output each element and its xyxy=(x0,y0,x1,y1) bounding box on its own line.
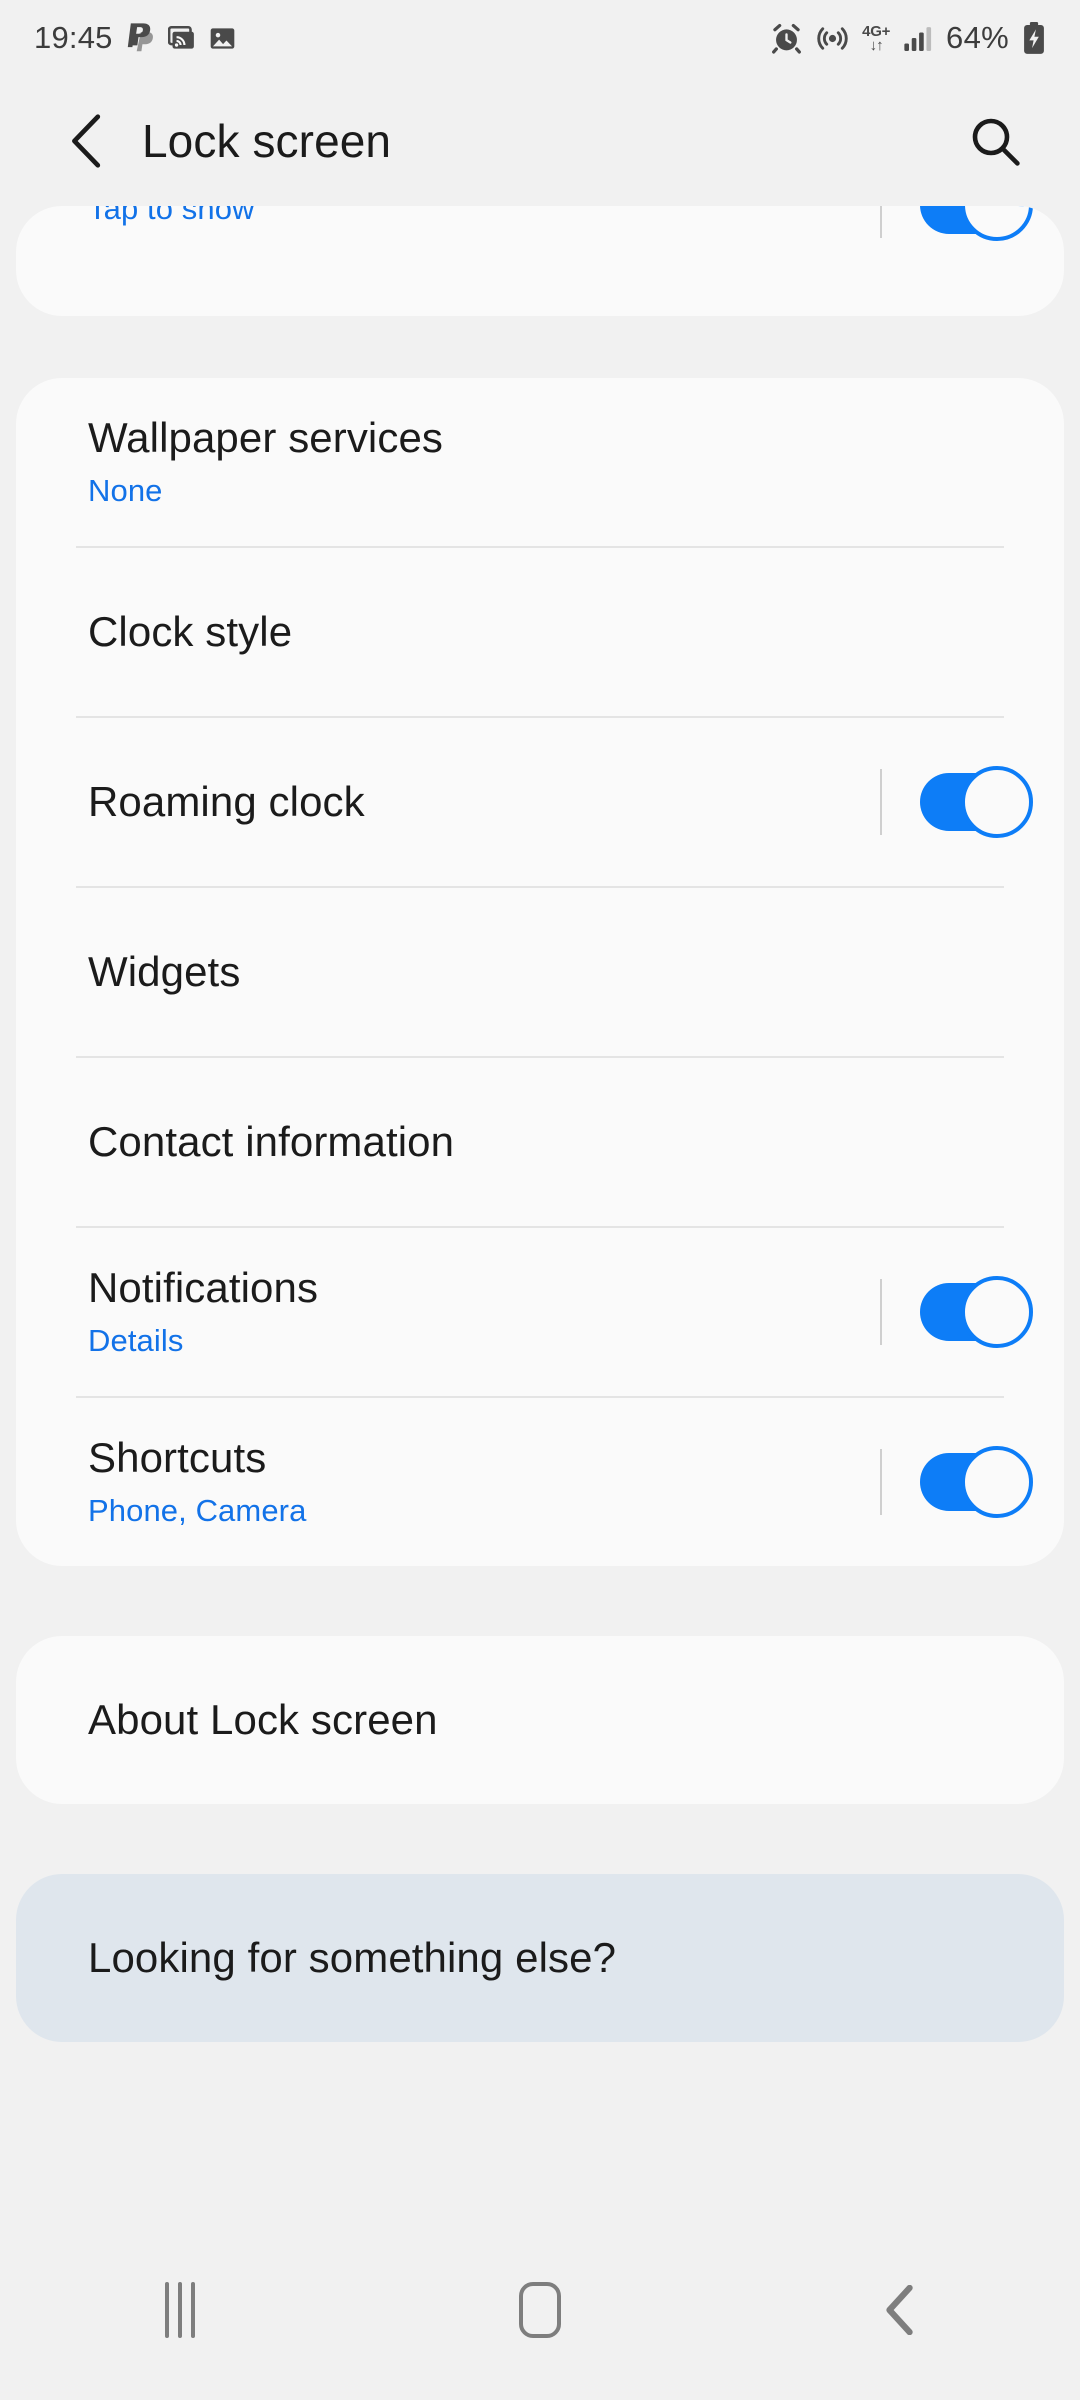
table-row[interactable]: Wallpaper services None xyxy=(16,378,1064,546)
row-title: Widgets xyxy=(88,948,241,996)
row-texts: Shortcuts Phone, Camera xyxy=(88,1433,854,1530)
row-subtitle: Phone, Camera xyxy=(88,1492,307,1528)
status-bar: 19:45 4G+ ↓↑ 64% xyxy=(0,0,1080,76)
home-button[interactable] xyxy=(465,2235,615,2385)
toggle-switch[interactable] xyxy=(920,206,1033,241)
back-button[interactable] xyxy=(60,114,114,168)
switch-container[interactable] xyxy=(854,766,1033,838)
table-row[interactable]: Notifications Details xyxy=(16,1228,1064,1396)
row-texts: Widgets xyxy=(88,947,1024,997)
switch-container[interactable] xyxy=(854,1276,1033,1348)
row-texts: Clock style xyxy=(88,607,1024,657)
table-row[interactable]: Contact information xyxy=(16,1058,1064,1226)
home-icon xyxy=(519,2282,561,2338)
paypal-icon xyxy=(127,23,154,53)
recents-icon xyxy=(165,2282,195,2338)
toggle-switch[interactable] xyxy=(920,1276,1033,1348)
toggle-knob xyxy=(961,1446,1033,1518)
row-title: Contact information xyxy=(88,1118,455,1166)
back-nav-button[interactable] xyxy=(825,2235,975,2385)
row-texts: About Lock screen xyxy=(88,1695,1024,1745)
row-texts: Wallpaper services None xyxy=(88,413,1024,510)
row-texts: Roaming clock xyxy=(88,777,854,827)
search-button[interactable] xyxy=(966,112,1024,170)
recents-button[interactable] xyxy=(105,2235,255,2385)
partial-top-card[interactable]: Tap to show xyxy=(16,206,1064,316)
network-4g-icon: 4G+ ↓↑ xyxy=(862,24,890,53)
switch-container[interactable] xyxy=(854,1446,1033,1518)
image-icon xyxy=(209,25,236,52)
table-row[interactable]: About Lock screen xyxy=(16,1636,1064,1804)
alarm-icon xyxy=(770,22,803,55)
main-settings-card: Wallpaper services None Clock style Roam… xyxy=(16,378,1064,1566)
hotspot-icon xyxy=(816,22,849,55)
row-texts: Tap to show xyxy=(88,206,854,229)
row-title: Shortcuts xyxy=(88,1434,267,1482)
row-subtitle: Details xyxy=(88,1322,184,1358)
row-title: About Lock screen xyxy=(88,1696,438,1744)
toggle-knob xyxy=(961,766,1033,838)
row-texts: Looking for something else? xyxy=(88,1933,1024,1983)
status-bar-left: 19:45 xyxy=(34,20,236,56)
row-subtitle: None xyxy=(88,472,163,508)
row-title: Looking for something else? xyxy=(88,1934,617,1982)
toggle-knob xyxy=(961,206,1033,241)
about-card[interactable]: About Lock screen xyxy=(16,1636,1064,1804)
chevron-left-icon xyxy=(72,114,101,168)
table-row[interactable]: Widgets xyxy=(16,888,1064,1056)
row-texts: Notifications Details xyxy=(88,1263,854,1360)
toggle-switch[interactable] xyxy=(920,766,1033,838)
table-row[interactable]: Tap to show xyxy=(16,206,1064,316)
status-bar-clock: 19:45 xyxy=(34,20,113,55)
row-texts: Contact information xyxy=(88,1117,1024,1167)
table-row[interactable]: Looking for something else? xyxy=(16,1874,1064,2042)
switch-divider xyxy=(880,769,882,835)
toggle-knob xyxy=(961,1276,1033,1348)
page-title: Lock screen xyxy=(142,115,392,167)
row-subtitle: Tap to show xyxy=(88,206,255,227)
page-header: Lock screen xyxy=(0,76,1080,206)
row-title: Notifications xyxy=(88,1264,319,1312)
status-bar-right: 4G+ ↓↑ 64% xyxy=(770,20,1046,56)
back-chevron-icon xyxy=(886,2285,913,2335)
looking-for-something-else-card[interactable]: Looking for something else? xyxy=(16,1874,1064,2042)
signal-icon xyxy=(903,24,933,52)
row-title: Clock style xyxy=(88,608,293,656)
cast-icon xyxy=(167,25,195,52)
lock-screen-settings-page: 19:45 4G+ ↓↑ 64% Lock screen Tap to show… xyxy=(0,0,1080,2400)
toggle-switch[interactable] xyxy=(920,1446,1033,1518)
switch-divider xyxy=(880,206,882,238)
system-navigation-bar xyxy=(0,2220,1080,2400)
settings-scroll-area[interactable]: Tap to show Wallpaper services None Cloc… xyxy=(0,206,1080,2220)
table-row[interactable]: Roaming clock xyxy=(16,718,1064,886)
row-title: Wallpaper services xyxy=(88,414,444,462)
search-icon xyxy=(972,118,1020,166)
battery-percent-label: 64% xyxy=(946,20,1009,55)
network-arrows: ↓↑ xyxy=(869,36,884,54)
switch-divider xyxy=(880,1449,882,1515)
table-row[interactable]: Shortcuts Phone, Camera xyxy=(16,1398,1064,1566)
switch-container[interactable] xyxy=(854,206,1033,241)
table-row[interactable]: Clock style xyxy=(16,548,1064,716)
switch-divider xyxy=(880,1279,882,1345)
battery-charging-icon xyxy=(1022,21,1046,55)
row-title: Roaming clock xyxy=(88,778,365,826)
